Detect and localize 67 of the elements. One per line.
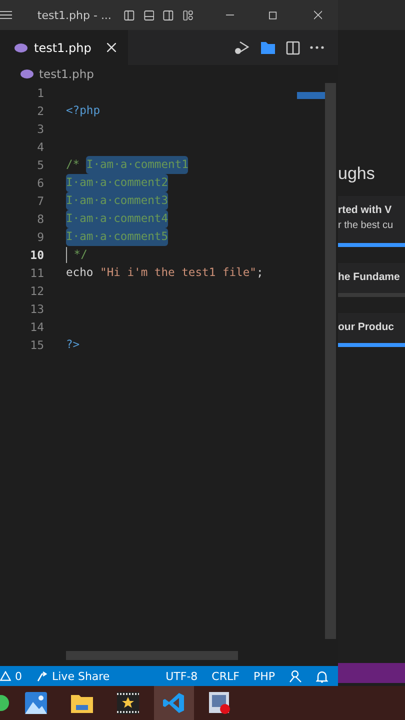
split-editor-icon[interactable]: [286, 40, 300, 54]
code-token: /*: [66, 157, 81, 173]
bell-icon[interactable]: [316, 670, 328, 682]
status-item[interactable]: CRLF: [212, 670, 240, 682]
line-number: 15: [30, 337, 44, 354]
folder-icon: [71, 693, 93, 713]
scrollbar[interactable]: [66, 651, 238, 660]
line-number: 13: [30, 301, 44, 318]
problems-status[interactable]: 0: [0, 670, 22, 682]
elephant-icon: [20, 69, 34, 79]
line-number: 7: [37, 193, 44, 210]
line-number: 12: [30, 283, 44, 300]
more-icon[interactable]: [310, 46, 324, 49]
code-token: */: [72, 247, 88, 263]
photos-icon: [25, 692, 47, 714]
code-token: <?php: [66, 103, 100, 119]
editor-tab[interactable]: test1.php: [0, 30, 128, 65]
close-icon[interactable]: [107, 43, 116, 52]
line-number: 6: [37, 175, 44, 192]
recorder-icon: [208, 691, 232, 715]
scrollbar[interactable]: [325, 83, 336, 639]
sidebar-layout-icon[interactable]: [124, 8, 135, 22]
line-number: 2: [37, 103, 44, 120]
menu-icon[interactable]: [0, 9, 12, 21]
line-number: 14: [30, 319, 44, 336]
selected-code: I·am·a·comment4: [66, 210, 168, 228]
live-share-status[interactable]: Live Share: [36, 670, 110, 682]
line-number: 5: [37, 157, 44, 174]
folder-icon[interactable]: [260, 40, 276, 55]
warning-icon: [0, 671, 11, 681]
code-editor-icon: [163, 692, 185, 714]
window-title: test1.php - ...: [37, 8, 112, 22]
app-icon: [0, 694, 10, 712]
maximize-icon[interactable]: [269, 10, 277, 20]
walkthrough-card[interactable]: rted with V r the best cu: [338, 196, 405, 247]
code-token: "Hi i'm the test1 file": [100, 265, 256, 281]
code-token: ?>: [66, 337, 80, 353]
selected-code: I·am·a·comment5: [66, 228, 168, 246]
close-icon[interactable]: [314, 9, 322, 21]
line-number: 4: [37, 139, 44, 156]
line-number: 11: [30, 265, 44, 282]
code-token: echo: [66, 265, 94, 281]
feedback-icon[interactable]: [289, 670, 302, 682]
walkthrough-card[interactable]: our Produc: [338, 313, 405, 347]
selected-code: I·am·a·comment1: [86, 156, 188, 174]
line-number: 1: [37, 85, 44, 102]
section-heading: ughs: [338, 164, 376, 184]
line-number: 3: [37, 121, 44, 138]
walkthrough-card[interactable]: he Fundame: [338, 263, 405, 297]
line-number: 10: [30, 247, 44, 264]
line-number: 8: [37, 211, 44, 228]
secondary-sidebar-icon[interactable]: [163, 8, 174, 22]
breadcrumb-item[interactable]: test1.php: [39, 67, 94, 81]
elephant-icon: [14, 42, 28, 52]
selected-code: I·am·a·comment2: [66, 174, 168, 192]
movie-star-icon: [117, 692, 139, 714]
line-number: 9: [37, 229, 44, 246]
live-share-icon: [36, 670, 48, 682]
selected-code: I·am·a·comment3: [66, 192, 168, 210]
code-token: ;: [256, 265, 264, 281]
status-item[interactable]: PHP: [253, 670, 275, 682]
customize-layout-icon[interactable]: [182, 8, 193, 22]
status-bar: [338, 663, 405, 683]
status-item[interactable]: UTF-8: [166, 670, 198, 682]
minimize-icon[interactable]: [226, 14, 234, 16]
run-debug-icon[interactable]: [234, 40, 250, 55]
panel-layout-icon[interactable]: [144, 8, 154, 22]
